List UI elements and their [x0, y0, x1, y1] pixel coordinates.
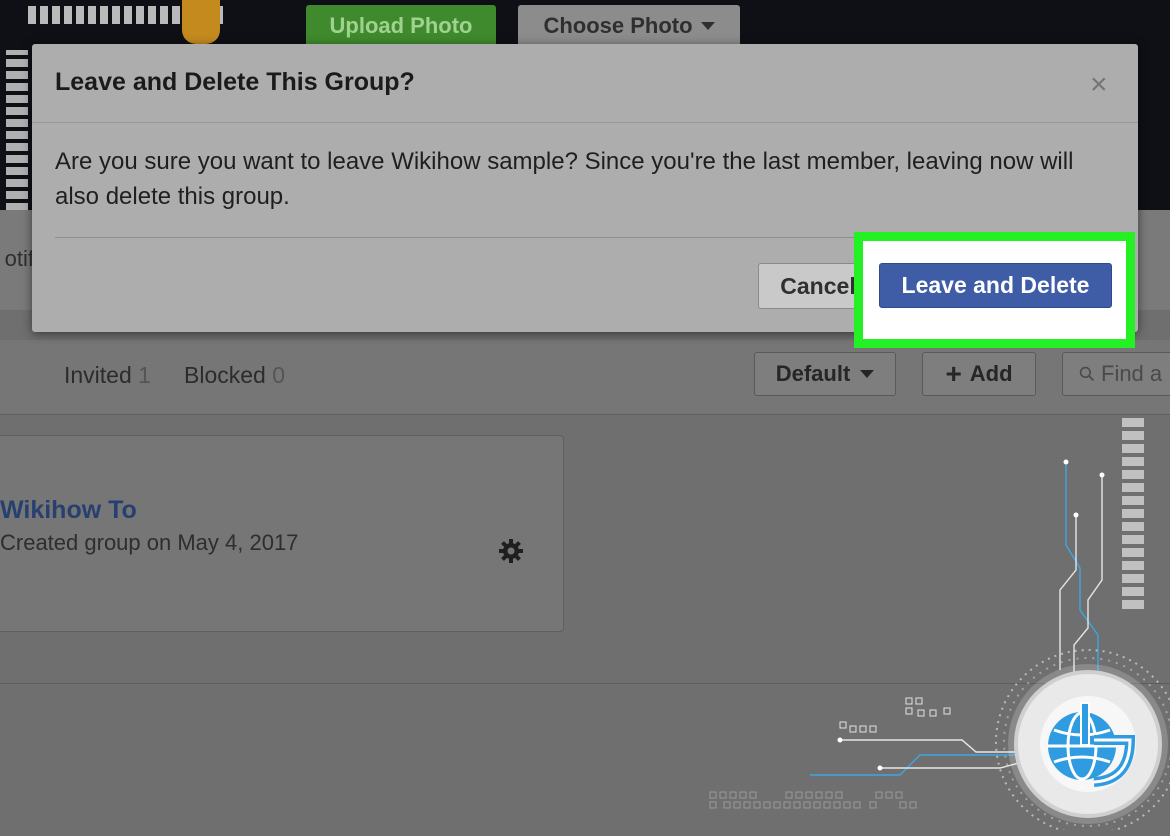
notifications-tab-fragment[interactable]: otif	[0, 246, 34, 276]
search-input[interactable]	[1101, 361, 1170, 387]
decorative-pixels-left	[6, 50, 28, 235]
add-member-label: Add	[969, 361, 1013, 386]
choose-photo-label: Choose Photo	[543, 13, 693, 38]
dialog-title: Leave and Delete This Group?	[55, 68, 415, 96]
sort-default-dropdown[interactable]: Default	[754, 352, 896, 396]
close-icon[interactable]: ×	[1090, 70, 1108, 100]
sort-default-label: Default	[775, 361, 851, 386]
cancel-label: Cancel	[780, 272, 856, 299]
find-member-search[interactable]	[1062, 352, 1170, 396]
dialog-header: Leave and Delete This Group? ×	[32, 44, 1138, 123]
plus-icon: +	[945, 358, 962, 389]
caret-down-icon	[860, 370, 875, 378]
tab-invited[interactable]: Invited 1	[64, 362, 151, 389]
cover-image-fragment	[182, 0, 220, 44]
choose-photo-button[interactable]: Choose Photo	[518, 5, 740, 47]
tab-blocked[interactable]: Blocked 0	[184, 362, 285, 389]
tab-invited-label: Invited	[64, 362, 132, 388]
logo-globe-icon	[1040, 696, 1136, 792]
tab-blocked-label: Blocked	[184, 362, 266, 388]
caret-down-icon	[700, 22, 715, 30]
upload-photo-button[interactable]: Upload Photo	[306, 5, 496, 47]
upload-photo-label: Upload Photo	[329, 13, 473, 38]
tab-invited-count: 1	[138, 362, 151, 388]
member-created-info: Created group on May 4, 2017	[0, 530, 299, 555]
dialog-message: Are you sure you want to leave Wikihow s…	[55, 148, 1074, 210]
member-name-link[interactable]: Wikihow To	[0, 496, 137, 525]
add-member-button[interactable]: + Add	[922, 352, 1036, 396]
strip-text: otif	[4, 246, 34, 271]
search-icon	[1079, 366, 1095, 382]
gear-icon[interactable]	[498, 538, 524, 564]
leave-and-delete-label: Leave and Delete	[901, 272, 1090, 298]
tab-blocked-count: 0	[272, 362, 286, 388]
leave-and-delete-button[interactable]: Leave and Delete	[879, 263, 1112, 308]
